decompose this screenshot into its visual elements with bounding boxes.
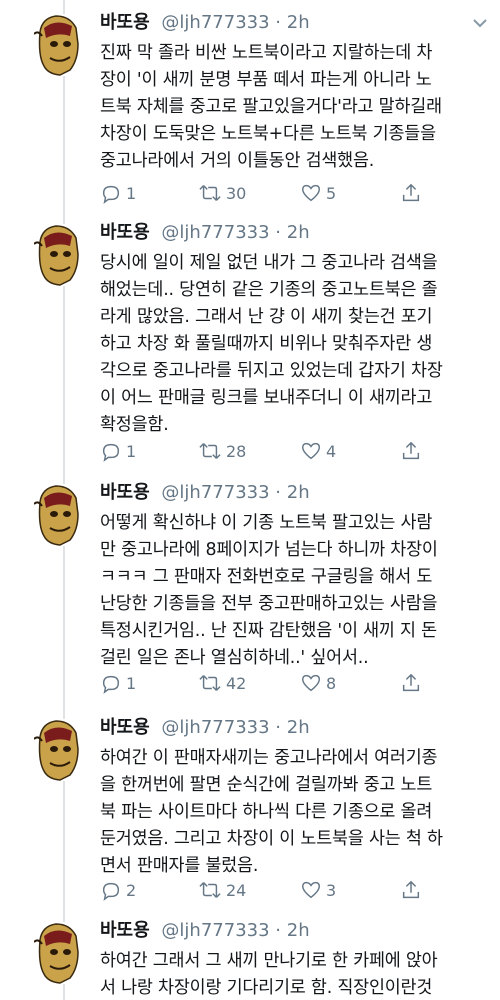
reply-icon (102, 443, 120, 462)
share-icon (402, 183, 420, 202)
share-button[interactable] (400, 438, 422, 464)
user-handle[interactable]: @ljh777333 (161, 12, 269, 33)
retweet-button[interactable]: 42 (198, 670, 246, 696)
tweet-text: 진짜 막 졸라 비싼 노트북이라고 지랄하는데 차 장이 '이 새끼 분명 부품… (100, 43, 442, 171)
like-button[interactable]: 8 (300, 670, 336, 696)
retweet-count: 42 (226, 673, 247, 693)
tweet-text: 어떻게 확신하냐 이 기종 노트북 팔고있는 사람 만 중고나라에 8페이지가 … (100, 513, 438, 668)
timestamp[interactable]: 2h (287, 920, 310, 941)
like-button[interactable]: 4 (300, 438, 336, 464)
tweet[interactable]: 바또용 @ljh777333 · 2h 하여간 그래서 그 새끼 만나기로 한 … (0, 908, 500, 1000)
share-button[interactable] (400, 180, 422, 206)
retweet-count: 24 (226, 880, 247, 900)
share-button[interactable] (400, 877, 422, 903)
reply-icon (102, 185, 120, 204)
reply-icon (102, 675, 120, 694)
retweet-icon (199, 443, 221, 459)
retweet-count: 28 (226, 441, 247, 461)
tweet-text: 하여간 이 판매자새끼는 중고나라에서 여러기종 을 한꺼번에 팔면 순식간에 … (100, 748, 443, 876)
retweet-icon (199, 675, 221, 691)
chevron-down-icon[interactable] (472, 14, 488, 33)
display-name[interactable]: 바또용 (100, 222, 150, 243)
avatar[interactable] (34, 14, 82, 76)
user-handle[interactable]: @ljh777333 (161, 222, 269, 243)
display-name[interactable]: 바또용 (100, 717, 150, 738)
like-count: 8 (326, 673, 337, 693)
separator-dot: · (275, 222, 282, 243)
avatar[interactable] (34, 224, 82, 286)
reply-icon (102, 882, 120, 901)
heart-icon (302, 881, 320, 899)
action-bar: 2 24 3 (100, 877, 440, 903)
action-bar: 1 28 4 (100, 438, 440, 464)
timestamp[interactable]: 2h (287, 222, 310, 243)
action-bar: 1 42 8 (100, 670, 440, 696)
retweet-button[interactable]: 30 (198, 180, 246, 206)
like-count: 4 (326, 441, 337, 461)
retweet-count: 30 (226, 183, 247, 203)
retweet-icon (199, 185, 221, 201)
avatar[interactable] (34, 922, 82, 984)
separator-dot: · (275, 920, 282, 941)
user-handle[interactable]: @ljh777333 (161, 920, 269, 941)
share-icon (402, 441, 420, 460)
reply-button[interactable]: 1 (100, 438, 136, 464)
reply-count: 1 (126, 441, 137, 461)
tweet-header: 바또용 @ljh777333 · 2h (100, 715, 310, 741)
reply-button[interactable]: 1 (100, 670, 136, 696)
like-count: 5 (326, 183, 337, 203)
like-button[interactable]: 3 (300, 877, 336, 903)
tweet[interactable]: 바또용 @ljh777333 · 2h 하여간 이 판매자새끼는 중고나라에서 … (0, 705, 500, 915)
tweet[interactable]: 바또용 @ljh777333 · 2h 진짜 막 졸라 비싼 노트북이라고 지랄… (0, 0, 500, 235)
reply-button[interactable]: 1 (100, 180, 136, 206)
tweet[interactable]: 바또용 @ljh777333 · 2h 당시에 일이 제일 없던 내가 그 중고… (0, 210, 500, 475)
retweet-button[interactable]: 24 (198, 877, 246, 903)
like-count: 3 (326, 880, 337, 900)
timestamp[interactable]: 2h (287, 482, 310, 503)
separator-dot: · (275, 482, 282, 503)
user-handle[interactable]: @ljh777333 (161, 717, 269, 738)
separator-dot: · (275, 717, 282, 738)
action-bar: 1 30 5 (100, 180, 440, 206)
display-name[interactable]: 바또용 (100, 12, 150, 33)
share-button[interactable] (400, 670, 422, 696)
display-name[interactable]: 바또용 (100, 920, 150, 941)
avatar[interactable] (34, 484, 82, 546)
share-icon (402, 673, 420, 692)
display-name[interactable]: 바또용 (100, 482, 150, 503)
reply-count: 1 (126, 673, 137, 693)
tweet-header: 바또용 @ljh777333 · 2h (100, 480, 310, 506)
heart-icon (302, 674, 320, 692)
timestamp[interactable]: 2h (287, 717, 310, 738)
retweet-icon (199, 882, 221, 898)
tweet-text: 하여간 그래서 그 새끼 만나기로 한 카페에 앉아 서 나랑 차장이랑 기다리… (100, 951, 438, 998)
user-handle[interactable]: @ljh777333 (161, 482, 269, 503)
tweet-header: 바또용 @ljh777333 · 2h (100, 10, 310, 36)
tweet-header: 바또용 @ljh777333 · 2h (100, 918, 310, 944)
avatar[interactable] (34, 719, 82, 781)
tweet[interactable]: 바또용 @ljh777333 · 2h 어떻게 확신하냐 이 기종 노트북 팔고… (0, 470, 500, 710)
reply-count: 2 (126, 880, 137, 900)
reply-count: 1 (126, 183, 137, 203)
retweet-button[interactable]: 28 (198, 438, 246, 464)
tweet-text: 당시에 일이 제일 없던 내가 그 중고나라 검색을 해었는데.. 당연히 같은… (100, 253, 443, 435)
tweet-header: 바또용 @ljh777333 · 2h (100, 220, 310, 246)
timestamp[interactable]: 2h (287, 12, 310, 33)
reply-button[interactable]: 2 (100, 877, 136, 903)
separator-dot: · (275, 12, 282, 33)
share-icon (402, 880, 420, 899)
heart-icon (302, 442, 320, 460)
like-button[interactable]: 5 (300, 180, 336, 206)
heart-icon (302, 184, 320, 202)
